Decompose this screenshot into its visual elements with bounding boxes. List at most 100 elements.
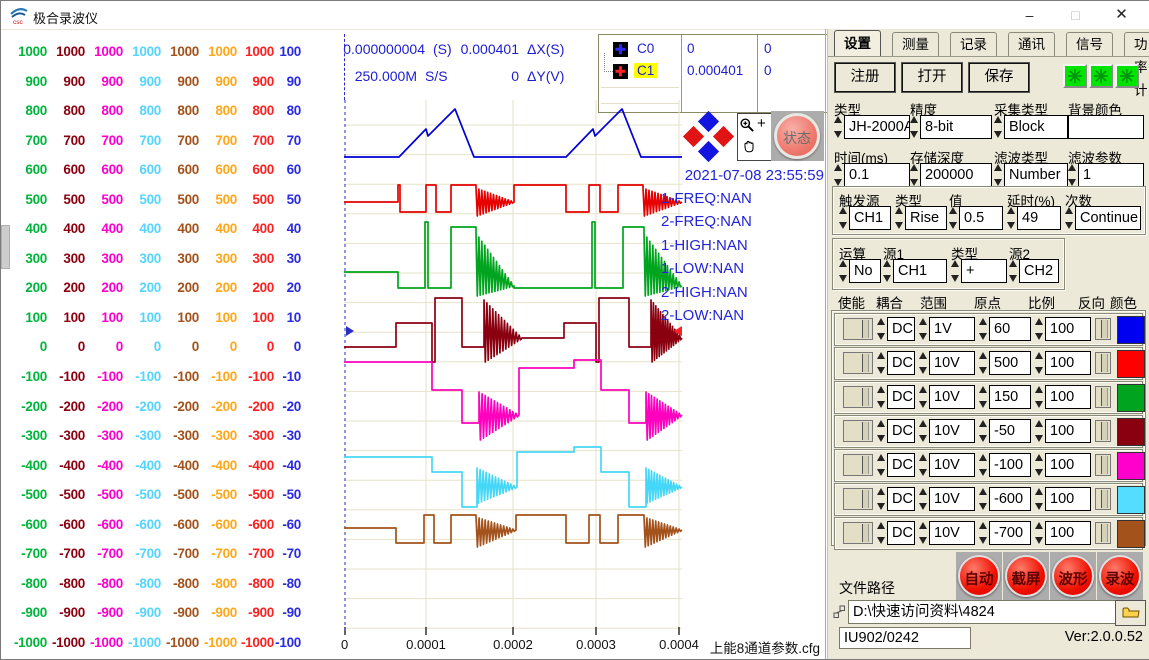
spin-down-arrow[interactable] [979,401,987,408]
scale-field-value[interactable]: 100 [1045,453,1091,477]
coupling-field[interactable]: DC [887,419,915,443]
spinner-origin-field[interactable] [979,521,989,545]
spinner-arrows[interactable] [919,522,929,544]
spin-up-arrow[interactable] [994,164,1002,171]
spin-up-arrow[interactable] [1035,454,1043,461]
spin-down-arrow[interactable] [919,469,927,476]
field-类型-value[interactable]: JH-2000A [844,115,910,139]
spinner-field-类型[interactable] [834,115,844,139]
spinner-scale-field[interactable] [1035,487,1045,511]
spinner-range-field[interactable] [919,385,929,409]
zoom-tool-icon[interactable] [739,117,756,134]
spinner-origin-field[interactable] [979,385,989,409]
spinner-arrows[interactable] [979,488,989,510]
spinner-coupling-field[interactable] [877,351,887,375]
led-indicator[interactable] [1089,64,1113,88]
button-打开[interactable]: 打开 [902,63,962,92]
cursor-row[interactable]: ✚C10.0004010 [599,61,830,83]
origin-field-value[interactable]: -50 [989,419,1031,443]
spin-down-arrow[interactable] [919,401,927,408]
spinner-arrows[interactable] [1035,522,1045,544]
origin-field[interactable]: -50 [989,419,1031,443]
spinner-arrows[interactable] [919,420,929,442]
range-field-value[interactable]: 10V [929,419,975,443]
origin-field-value[interactable]: 150 [989,385,1031,409]
invert-switch[interactable] [1095,454,1111,476]
math-源1[interactable]: CH1 [893,259,947,283]
action-button-自动[interactable]: 自动 [958,555,1000,597]
tab-功率计[interactable]: 功率计 [1124,32,1149,56]
spin-up-arrow[interactable] [839,260,847,267]
trigger-延时(%)[interactable]: 49 [1017,206,1061,230]
spin-down-arrow[interactable] [919,333,927,340]
spin-down-arrow[interactable] [949,222,957,229]
spinner-arrows[interactable] [994,116,1004,138]
maximize-button[interactable]: □ [1053,1,1098,29]
math-源2[interactable]: CH2 [1019,259,1059,283]
cursor-row[interactable]: ✚C000 [599,39,830,61]
minimize-button[interactable]: – [1007,1,1052,29]
scale-field[interactable]: 100 [1045,521,1091,545]
spin-up-arrow[interactable] [979,522,987,529]
math-类型-value[interactable]: + [961,259,1007,283]
led-indicator[interactable] [1115,64,1139,88]
spin-up-arrow[interactable] [979,488,987,495]
spin-up-arrow[interactable] [1035,352,1043,359]
spin-up-arrow[interactable] [1035,386,1043,393]
left-scrollbar-thumb[interactable] [1,225,10,269]
close-button[interactable]: ✕ [1099,1,1144,29]
range-field[interactable]: 10V [929,521,975,545]
spin-down-arrow[interactable] [839,222,847,229]
scale-field[interactable]: 100 [1045,317,1091,341]
spinner-arrows[interactable] [919,352,929,374]
tab-信号[interactable]: 信号 [1066,32,1113,56]
spinner-arrows[interactable] [839,207,849,229]
field-存储深度[interactable]: 200000 [920,163,992,187]
spin-up-arrow[interactable] [919,420,927,427]
range-field-value[interactable]: 10V [929,385,975,409]
action-button-录波[interactable]: 录波 [1099,555,1141,597]
spin-down-arrow[interactable] [1007,222,1015,229]
spinner-math-源1[interactable] [883,259,893,283]
origin-field-value[interactable]: -100 [989,453,1031,477]
spinner-origin-field[interactable] [979,419,989,443]
spinner-field-滤波参数[interactable] [1068,163,1078,187]
range-field-value[interactable]: 1V [929,317,975,341]
coupling-field-value[interactable]: DC [887,487,915,511]
spin-down-arrow[interactable] [839,275,847,282]
field-精度-value[interactable]: 8-bit [920,115,992,139]
spin-up-arrow[interactable] [979,420,987,427]
spinner-scale-field[interactable] [1035,521,1045,545]
browse-folder-button[interactable] [1115,600,1146,626]
field-时间(ms)[interactable]: 0.1 [844,163,910,187]
range-field[interactable]: 10V [929,385,975,409]
field-采集类型[interactable]: Block [1004,115,1068,139]
enable-switch[interactable] [843,488,873,510]
spinner-field-采集类型[interactable] [994,115,1004,139]
origin-field[interactable]: 150 [989,385,1031,409]
math-源1-value[interactable]: CH1 [893,259,947,283]
origin-field[interactable]: -700 [989,521,1031,545]
coupling-field-value[interactable]: DC [887,351,915,375]
spinner-origin-field[interactable] [979,351,989,375]
spin-up-arrow[interactable] [834,116,842,123]
spinner-scale-field[interactable] [1035,385,1045,409]
spinner-arrows[interactable] [949,207,959,229]
spin-up-arrow[interactable] [883,260,891,267]
scale-field[interactable]: 100 [1045,453,1091,477]
spin-up-arrow[interactable] [1035,318,1043,325]
spin-down-arrow[interactable] [1035,435,1043,442]
trigger-值[interactable]: 0.5 [959,206,1003,230]
spinner-scale-field[interactable] [1035,351,1045,375]
spinner-trigger-类型[interactable] [895,206,905,230]
math-类型[interactable]: + [961,259,1007,283]
spin-down-arrow[interactable] [877,537,885,544]
spin-up-arrow[interactable] [951,260,959,267]
spin-up-arrow[interactable] [910,116,918,123]
spin-up-arrow[interactable] [895,207,903,214]
spin-down-arrow[interactable] [895,222,903,229]
spin-up-arrow[interactable] [979,386,987,393]
spin-down-arrow[interactable] [1035,537,1043,544]
spin-down-arrow[interactable] [877,435,885,442]
spinner-arrows[interactable] [1009,260,1019,282]
